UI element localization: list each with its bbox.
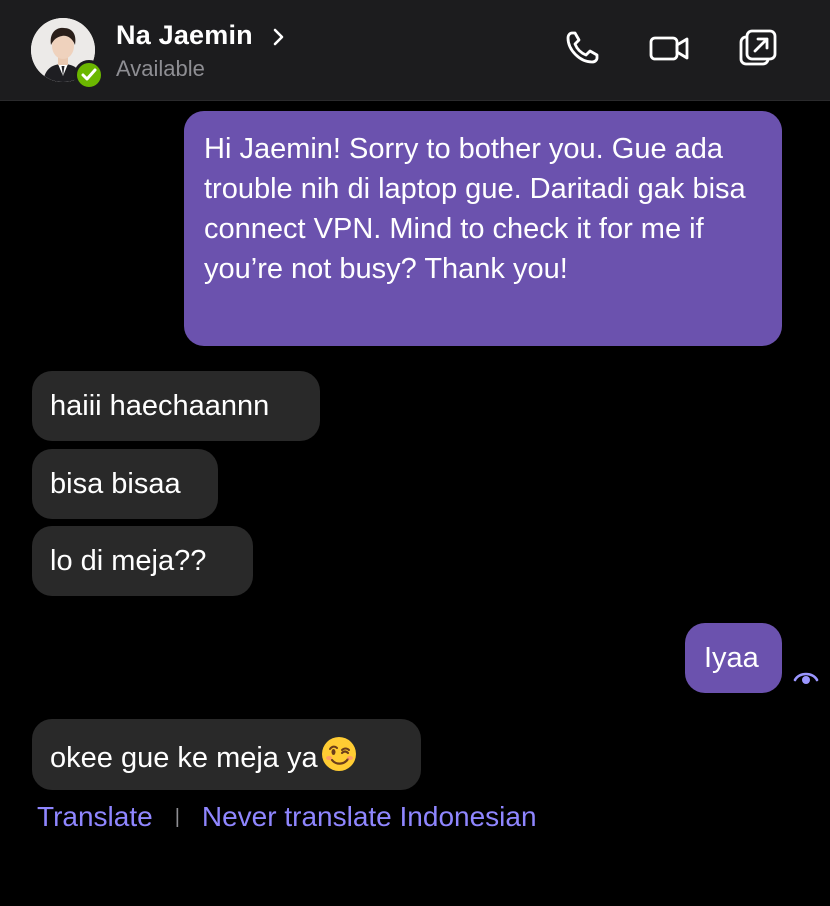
message-text: lo di meja?? (50, 545, 207, 577)
winking-face-emoji-icon (321, 737, 356, 771)
contact-name[interactable]: Na Jaemin (116, 20, 253, 51)
translate-separator: | (174, 806, 180, 828)
pop-out-icon (739, 29, 777, 66)
message-bubble-received[interactable]: lo di meja?? (32, 526, 253, 596)
message-bubble-received[interactable]: okee gue ke meja ya (32, 719, 421, 790)
message-text: Hi Jaemin! Sorry to bother you. Gue ada … (204, 133, 746, 285)
message-bubble-received[interactable]: bisa bisaa (32, 449, 218, 519)
never-translate-link[interactable]: Never translate Indonesian (202, 801, 537, 832)
translate-link[interactable]: Translate (37, 801, 153, 832)
message-text: bisa bisaa (50, 468, 181, 500)
phone-icon (566, 31, 599, 64)
chat-header: Na Jaemin Available (0, 0, 830, 101)
call-button[interactable] (562, 28, 602, 68)
message-text: Iyaa (704, 642, 759, 674)
message-text: haiii haechaannn (50, 390, 270, 422)
message-bubble-sent[interactable]: Iyaa (685, 623, 782, 693)
video-call-button[interactable] (648, 28, 692, 68)
chevron-right-icon[interactable] (272, 27, 286, 47)
message-bubble-sent[interactable]: Hi Jaemin! Sorry to bother you. Gue ada … (184, 111, 782, 346)
available-status-icon (74, 60, 104, 90)
message-text: okee gue ke meja ya (50, 742, 318, 774)
seen-eye-icon (793, 672, 819, 684)
message-bubble-received[interactable]: haiii haechaannn (32, 371, 320, 441)
contact-status: Available (116, 56, 205, 81)
pop-out-button[interactable] (738, 28, 778, 68)
translate-bar: Translate | Never translate Indonesian (37, 801, 537, 833)
video-icon (649, 36, 689, 61)
